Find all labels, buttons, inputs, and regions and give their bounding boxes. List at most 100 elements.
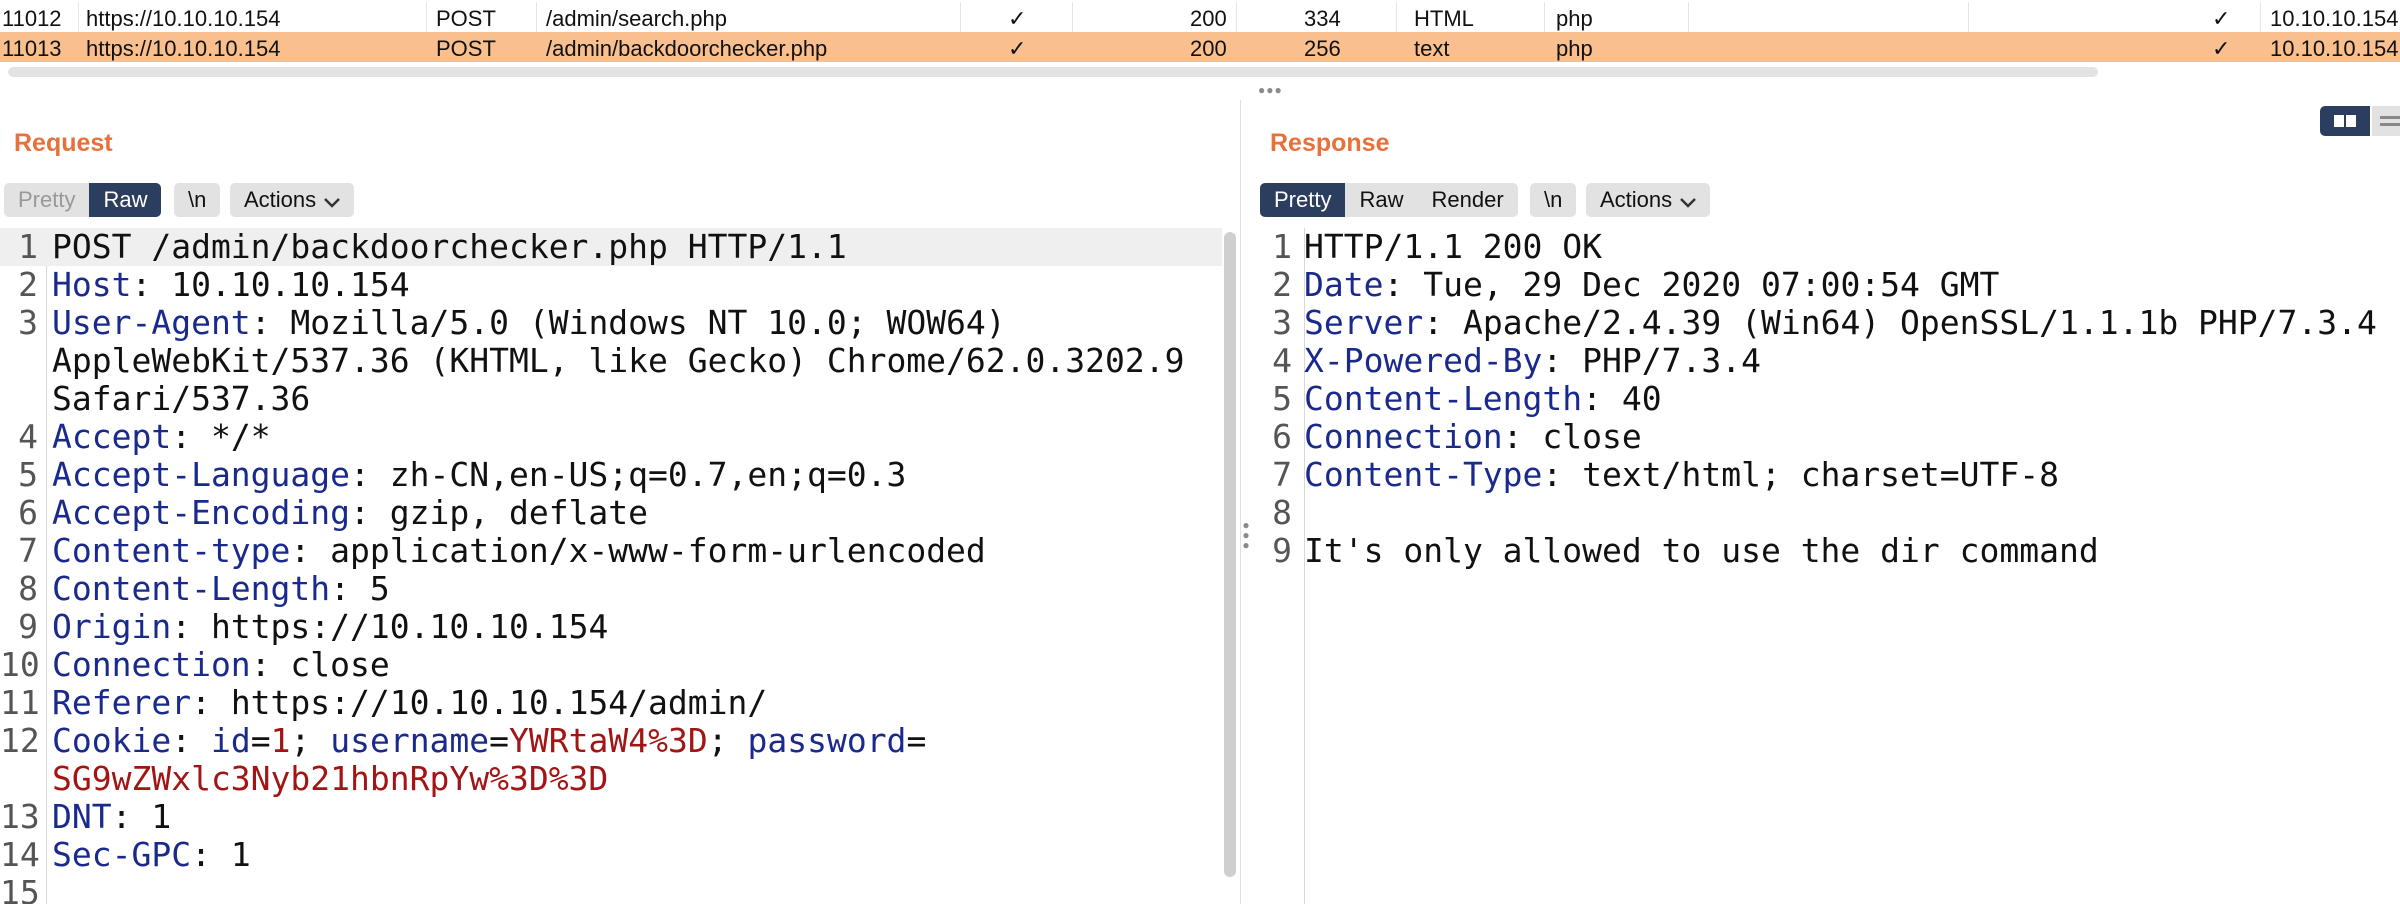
line-number: 4: [18, 417, 38, 456]
header-key: Accept-Language: [52, 455, 351, 494]
line-text: POST /admin/backdoorchecker.php HTTP/1.1: [52, 228, 847, 266]
column-divider: [1236, 2, 1237, 32]
text-token: : zh-CN,en-US;q=0.7,en;q=0.3: [350, 455, 907, 494]
header-key: Sec-GPC: [52, 835, 192, 874]
response-editor[interactable]: 1 HTTP/1.1 200 OK 2 Date: Tue, 29 Dec 2020 …: [1256, 228, 2400, 904]
text-token: =: [250, 721, 271, 760]
history-table: 11012 https://10.10.10.154 POST /admin/s…: [0, 0, 2400, 62]
row-ip: 10.10.10.154: [2270, 6, 2399, 31]
tab-render[interactable]: Render: [1417, 183, 1517, 217]
tab-raw[interactable]: Raw: [1345, 183, 1417, 217]
column-divider: [960, 2, 961, 32]
text-token: : https://10.10.10.154: [171, 607, 609, 646]
row-url: /admin/backdoorchecker.php: [546, 36, 828, 61]
request-editor[interactable]: 1 POST /admin/backdoorchecker.php HTTP/1.…: [0, 228, 1222, 904]
newline-toggle-button[interactable]: \n: [174, 183, 221, 217]
text-token: : 1: [191, 835, 251, 874]
line-text: Host: 10.10.10.154: [52, 266, 410, 304]
text-token: ;: [290, 721, 331, 760]
text-token: : Tue, 29 Dec 2020 07:00:54 GMT: [1383, 265, 2000, 304]
line-number: 14: [0, 835, 40, 874]
row-status: 200: [1190, 6, 1227, 31]
text-token: : 10.10.10.154: [131, 265, 410, 304]
column-divider: [1688, 2, 1689, 32]
drag-handle-icon[interactable]: ●●●: [1258, 84, 1288, 96]
line-number: 15: [0, 873, 40, 904]
code-line: 9 Origin: https://10.10.10.154: [0, 608, 1222, 646]
request-actions-button[interactable]: Actions: [230, 183, 355, 217]
line-number: 8: [18, 569, 38, 608]
line-text: Accept-Language: zh-CN,en-US;q=0.7,en;q=…: [52, 456, 906, 494]
stacked-view-icon[interactable]: [2372, 106, 2400, 136]
text-token: : close: [1502, 417, 1642, 456]
horizontal-scrollbar[interactable]: [8, 67, 2098, 77]
tab-pretty[interactable]: Pretty: [4, 183, 89, 217]
split-view-icon[interactable]: [2320, 106, 2370, 136]
text-token: : Apache/2.4.39 (Win64) OpenSSL/1.1.1b P…: [1423, 303, 2377, 342]
line-number: 8: [1272, 493, 1292, 532]
line-text: AppleWebKit/537.36 (KHTML, like Gecko) C…: [52, 342, 1184, 380]
newline-toggle-button[interactable]: \n: [1530, 183, 1577, 217]
column-divider: [78, 2, 79, 32]
header-key: Content-Length: [1304, 379, 1583, 418]
cookie-value: YWRtaW4%3D: [509, 721, 708, 760]
vertical-scrollbar[interactable]: [1224, 232, 1236, 877]
panel-divider: [1240, 100, 1241, 904]
code-line: 3 Server: Apache/2.4.39 (Win64) OpenSSL/1…: [1256, 304, 2400, 342]
code-line: 9 It's only allowed to use the dir comman…: [1256, 532, 2400, 570]
code-line: 6 Accept-Encoding: gzip, deflate: [0, 494, 1222, 532]
code-line: 1 HTTP/1.1 200 OK: [1256, 228, 2400, 266]
row-length: 334: [1304, 6, 1341, 31]
line-number: 3: [1272, 303, 1292, 342]
text-token: ;: [707, 721, 748, 760]
row-mime: HTML: [1414, 6, 1474, 31]
request-view-tabs: Pretty Raw: [4, 183, 162, 217]
drag-handle-icon[interactable]: ●●●: [1242, 519, 1250, 551]
line-number: 3: [18, 303, 38, 342]
column-divider: [426, 2, 427, 32]
row-host: https://10.10.10.154: [86, 6, 281, 31]
line-number: 13: [0, 797, 40, 836]
text-token: AppleWebKit/537.36 (KHTML, like Gecko) C…: [52, 341, 1185, 380]
response-actions-button[interactable]: Actions: [1586, 183, 1711, 217]
row-extension: php: [1556, 6, 1593, 31]
line-number: 1: [18, 228, 38, 266]
line-text: Content-Length: 40: [1304, 380, 1662, 418]
layout-toggle[interactable]: [2320, 106, 2400, 136]
header-key: username: [330, 721, 490, 760]
line-text: Referer: https://10.10.10.154/admin/: [52, 684, 767, 722]
code-line: 13 DNT: 1: [0, 798, 1222, 836]
line-text: Accept-Encoding: gzip, deflate: [52, 494, 648, 532]
row-params-check: ✓: [1008, 36, 1027, 61]
text-token: : 5: [330, 569, 390, 608]
line-text: Origin: https://10.10.10.154: [52, 608, 608, 646]
table-row-selected[interactable]: 11013 https://10.10.10.154 POST /admin/b…: [0, 32, 2400, 62]
text-token: POST /admin/backdoorchecker.php HTTP/1.1: [52, 228, 847, 266]
code-line: AppleWebKit/537.36 (KHTML, like Gecko) C…: [0, 342, 1222, 380]
code-line: 4 X-Powered-By: PHP/7.3.4: [1256, 342, 2400, 380]
request-panel: Request Pretty Raw \n Actions 1 POST /adm…: [0, 100, 1240, 904]
line-number: 2: [1272, 265, 1292, 304]
header-key: Content-type: [52, 531, 291, 570]
actions-label: Actions: [1600, 187, 1673, 212]
line-number: 4: [1272, 341, 1292, 380]
header-key: User-Agent: [52, 303, 251, 342]
table-row[interactable]: 11012 https://10.10.10.154 POST /admin/s…: [0, 2, 2400, 32]
line-number: 10: [0, 645, 40, 684]
column-divider: [1072, 2, 1073, 32]
line-number: 5: [1272, 379, 1292, 418]
tab-pretty[interactable]: Pretty: [1260, 183, 1346, 217]
code-line: Safari/537.36: [0, 380, 1222, 418]
code-line: 11 Referer: https://10.10.10.154/admin/: [0, 684, 1222, 722]
text-token: Safari/537.36: [52, 379, 311, 418]
row-url: /admin/search.php: [546, 6, 727, 31]
row-mime: text: [1414, 36, 1450, 61]
text-token: : 40: [1582, 379, 1662, 418]
text-token: : 1: [111, 797, 172, 836]
text-token: : Mozilla/5.0 (Windows NT 10.0; WOW64): [250, 303, 1006, 342]
header-key: Content-Type: [1304, 455, 1543, 494]
text-token: : */*: [171, 417, 271, 456]
code-line: 14 Sec-GPC: 1: [0, 836, 1222, 874]
tab-raw[interactable]: Raw: [89, 183, 162, 217]
response-view-tabs: Pretty Raw Render: [1260, 183, 1518, 217]
